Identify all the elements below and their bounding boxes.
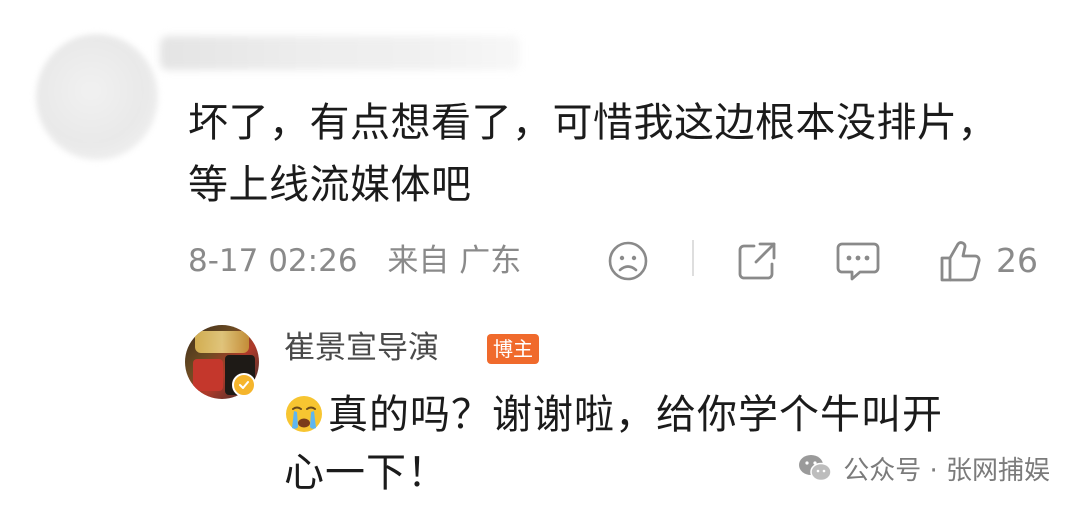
watermark: 公众号 · 张网捕娱 <box>797 448 1050 488</box>
comment-text: 坏了，有点想看了，可惜我这边根本没排片， 等上线流媒体吧 <box>188 92 1058 216</box>
sad-face-icon <box>608 241 648 281</box>
reply-button[interactable] <box>834 236 882 286</box>
sad-reaction-button[interactable] <box>606 236 650 286</box>
blogger-tag: 博主 <box>487 334 539 364</box>
share-button[interactable] <box>734 236 780 286</box>
like-count: 26 <box>996 241 1038 280</box>
verified-badge-icon <box>232 373 256 397</box>
comment-meta: 8-17 02:26 来自 广东 <box>188 236 541 286</box>
reply-author-name[interactable]: 崔景宣导演 <box>284 326 439 370</box>
comment-text-line-2: 等上线流媒体吧 <box>188 162 472 208</box>
wechat-icon <box>799 455 832 482</box>
reply-text-line-1: 真的吗？谢谢啦，给你学个牛叫开 <box>328 392 943 438</box>
comment-location: 来自 广东 <box>387 243 522 279</box>
commenter-name-redacted[interactable] <box>160 36 520 70</box>
thumbs-up-icon <box>940 241 981 282</box>
comment-time: 8-17 02:26 <box>188 243 358 279</box>
watermark-text: 公众号 · 张网捕娱 <box>843 455 1050 486</box>
comment-bubble-icon <box>836 242 880 281</box>
comment-text-line-1: 坏了，有点想看了，可惜我这边根本没排片， <box>188 100 998 146</box>
action-divider <box>692 240 694 276</box>
like-button[interactable]: 26 <box>938 236 1038 286</box>
crying-emoji-icon <box>286 396 322 432</box>
share-icon <box>738 242 776 280</box>
commenter-avatar[interactable] <box>36 34 158 160</box>
